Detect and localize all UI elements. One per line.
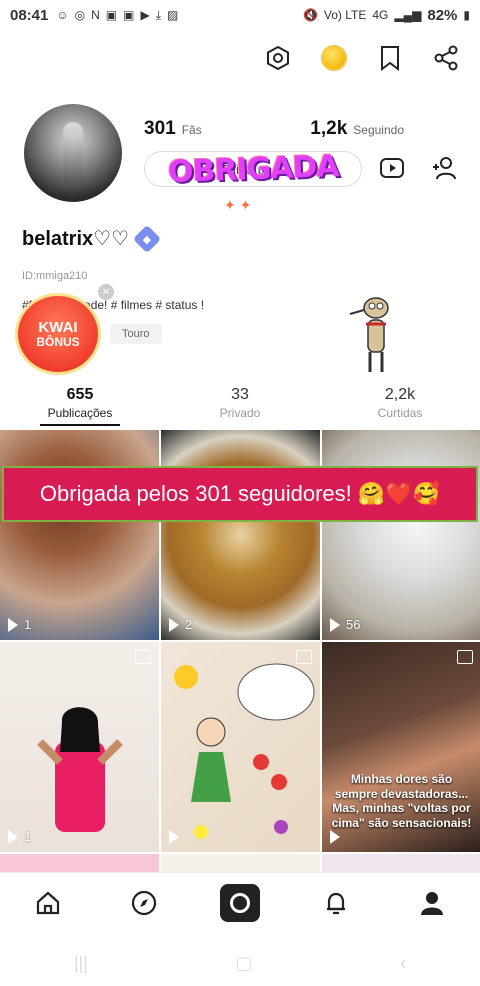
add-user-icon[interactable]: [430, 154, 458, 182]
notif-icon-1: ☺: [56, 8, 69, 22]
post-thumbnail[interactable]: [0, 854, 159, 874]
network-label: Vo) LTE: [323, 8, 367, 22]
woman-figure: [37, 707, 123, 832]
tab-publicacoes[interactable]: 655 Publicações: [0, 378, 160, 428]
top-actions: [264, 44, 460, 72]
tab-label: Curtidas: [377, 406, 423, 420]
play-icon: [169, 617, 179, 632]
tab-label: Privado: [219, 406, 261, 420]
followers-label: Fãs: [181, 123, 202, 137]
status-notification-icons: ☺ ◎ N ▣ ▣ ▶ ⤓ ▨: [56, 8, 178, 23]
post-thumbnail[interactable]: [161, 854, 320, 874]
play-count: 2: [169, 617, 192, 632]
profile-avatar[interactable]: [24, 104, 122, 202]
notif-icon-2: ◎: [74, 8, 86, 22]
play-icon: [330, 617, 340, 632]
status-time: 08:41: [10, 6, 49, 24]
tab-count: 33: [231, 386, 249, 403]
zodiac-tag[interactable]: Touro: [110, 324, 162, 344]
tab-count: 655: [66, 386, 94, 403]
home-icon[interactable]: [28, 883, 68, 923]
play-count: 56: [330, 617, 360, 632]
bookmark-icon[interactable]: [376, 44, 404, 72]
play-count: 1: [8, 829, 31, 844]
recents-icon[interactable]: |||: [74, 953, 88, 974]
flower-illustration: [174, 663, 315, 839]
tab-curtidas[interactable]: 2,2k Curtidas: [320, 378, 480, 428]
profile-stats: 301 Fãs 1,2k Seguindo: [144, 118, 404, 140]
image-icon: ▨: [167, 8, 179, 22]
hexagon-settings-icon[interactable]: [264, 44, 292, 72]
battery-icon: ▮: [463, 8, 470, 22]
user-id: ID:mmiga210: [22, 270, 88, 282]
play-count: [330, 830, 346, 844]
signal-icon: ▂▄▆: [394, 8, 422, 22]
username: belatrix♡♡: [22, 228, 130, 250]
post-caption: Minhas dores são sempre devastadoras... …: [331, 772, 472, 830]
status-bar: 08:41 ☺ ◎ N ▣ ▣ ▶ ⤓ ▨ 🔇 Vo) LTE 4G ▂▄▆ 8…: [0, 0, 480, 30]
tab-privado[interactable]: 33 Privado: [160, 378, 320, 428]
tab-count: 2,2k: [384, 386, 416, 403]
post-thumbnail[interactable]: 2: [161, 430, 320, 640]
post-thumbnail[interactable]: Minhas dores são sempre devastadoras... …: [322, 642, 480, 852]
share-icon[interactable]: [432, 44, 460, 72]
mute-icon: 🔇: [302, 8, 318, 22]
notif-icon-5: ▣: [123, 8, 135, 22]
thanks-banner: Obrigada pelos 301 seguidores! 🤗❤️🥰: [2, 466, 478, 522]
play-count: 1: [8, 617, 31, 632]
post-thumbnail[interactable]: 56: [322, 430, 480, 640]
obrigada-sticker: OBRIGADA: [167, 149, 340, 190]
bottom-navigation: [0, 872, 480, 932]
play-icon: [8, 617, 18, 632]
download-icon: ⤓: [155, 7, 162, 22]
username-row: belatrix♡♡ ◆: [22, 224, 162, 253]
home-system-icon[interactable]: ▢: [235, 953, 252, 974]
tab-label: Publicações: [47, 406, 113, 420]
post-thumbnail[interactable]: [322, 854, 480, 874]
notif-icon-3: N: [91, 8, 100, 22]
back-icon[interactable]: ‹: [400, 953, 406, 974]
stats-icon: [457, 650, 473, 664]
following-count[interactable]: 1,2k: [310, 118, 347, 140]
play-count: [169, 830, 185, 844]
notif-icon-4: ▣: [105, 8, 118, 22]
camera-record-icon[interactable]: [220, 883, 260, 923]
notif-icon-6: ▶: [140, 8, 150, 22]
kwai-bonus-line2: BÔNUS: [36, 334, 80, 349]
profile-person-icon[interactable]: [412, 883, 452, 923]
active-tab-indicator: [40, 424, 120, 426]
play-icon: [169, 830, 179, 844]
play-icon: [330, 830, 340, 844]
verified-badge-icon[interactable]: ◆: [132, 224, 162, 253]
kwai-bonus-line1: KWAI: [38, 318, 78, 336]
close-icon[interactable]: ✕: [98, 284, 114, 300]
status-right: 🔇 Vo) LTE 4G ▂▄▆ 82% ▮: [303, 7, 470, 24]
system-navigation-bar: ||| ▢ ‹: [0, 940, 480, 986]
following-label: Seguindo: [353, 123, 404, 137]
network-type: 4G: [372, 8, 389, 22]
post-thumbnail[interactable]: 1: [0, 430, 159, 640]
followers-count[interactable]: 301: [144, 118, 176, 140]
sticker-stars-decoration: ✦ ✦: [224, 197, 252, 213]
video-icon[interactable]: [378, 154, 406, 182]
play-icon: [8, 829, 18, 844]
battery-percent: 82%: [427, 6, 458, 24]
notifications-bell-icon[interactable]: [316, 883, 356, 923]
profile-tabs: 655 Publicações 33 Privado 2,2k Curtidas: [0, 378, 480, 428]
coin-icon[interactable]: [320, 44, 348, 72]
post-thumbnail[interactable]: [161, 642, 320, 852]
dog-sticker: [349, 297, 389, 372]
kwai-bonus-badge[interactable]: KWAI BÔNUS: [18, 296, 98, 372]
explore-compass-icon[interactable]: [124, 883, 164, 923]
post-thumbnail[interactable]: 1: [0, 642, 159, 852]
profile-right-icons: [378, 154, 458, 182]
